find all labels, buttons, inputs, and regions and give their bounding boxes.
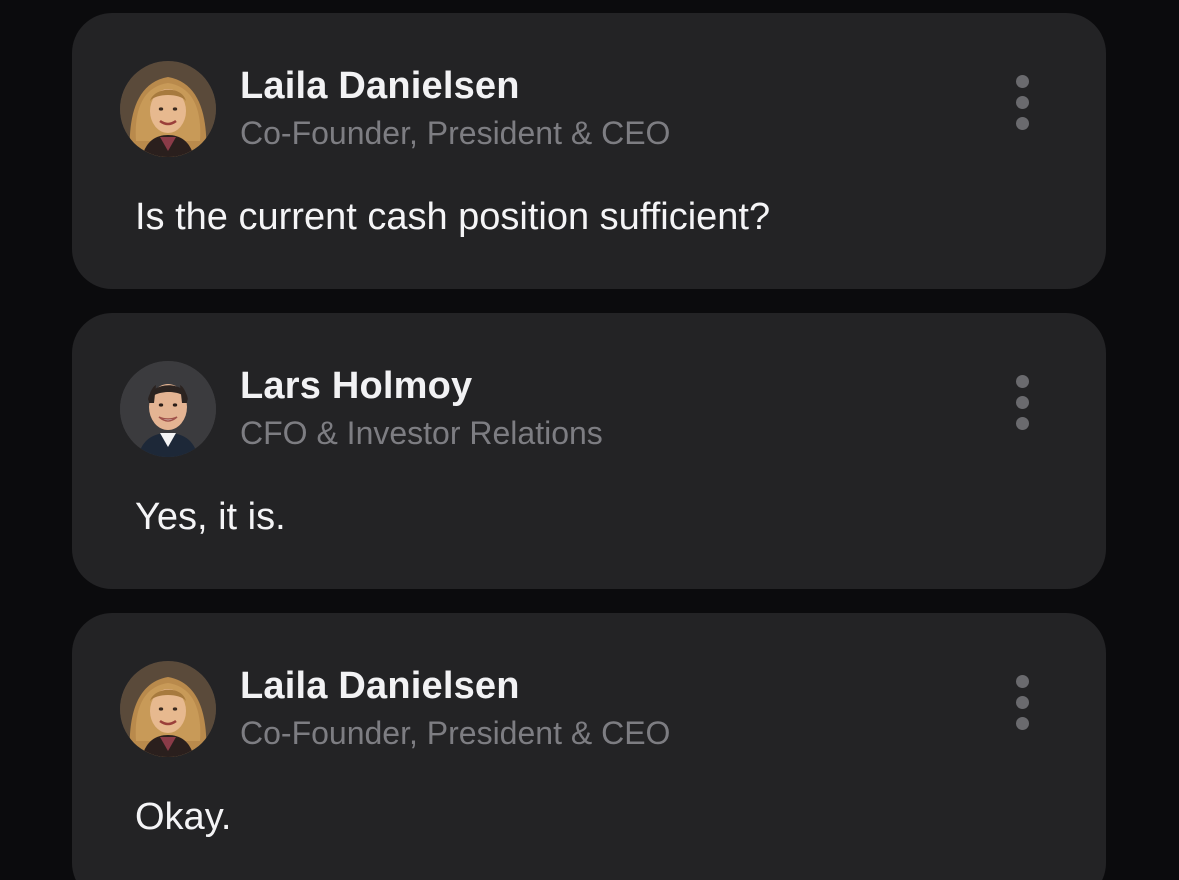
author-name: Laila Danielsen: [240, 665, 520, 707]
avatar[interactable]: [120, 61, 216, 157]
author-name: Lars Holmoy: [240, 365, 473, 407]
more-vertical-icon[interactable]: [1008, 371, 1038, 435]
message-text: Okay.: [135, 796, 232, 838]
author-role: Co-Founder, President & CEO: [240, 115, 671, 151]
more-vertical-icon[interactable]: [1008, 71, 1038, 135]
woman-portrait-icon: [120, 661, 216, 757]
message-text: Yes, it is.: [135, 496, 286, 538]
message-text: Is the current cash position sufficient?: [135, 196, 771, 238]
avatar[interactable]: [120, 361, 216, 457]
man-portrait-icon: [120, 361, 216, 457]
comment-card: Laila Danielsen Co-Founder, President & …: [72, 13, 1106, 289]
author-name: Laila Danielsen: [240, 65, 520, 107]
more-vertical-icon[interactable]: [1008, 671, 1038, 735]
avatar[interactable]: [120, 661, 216, 757]
comment-card: Lars Holmoy CFO & Investor Relations Yes…: [72, 313, 1106, 589]
woman-portrait-icon: [120, 61, 216, 157]
author-role: CFO & Investor Relations: [240, 415, 603, 451]
comment-feed: Laila Danielsen Co-Founder, President & …: [0, 0, 1179, 880]
comment-card: Laila Danielsen Co-Founder, President & …: [72, 613, 1106, 880]
author-role: Co-Founder, President & CEO: [240, 715, 671, 751]
